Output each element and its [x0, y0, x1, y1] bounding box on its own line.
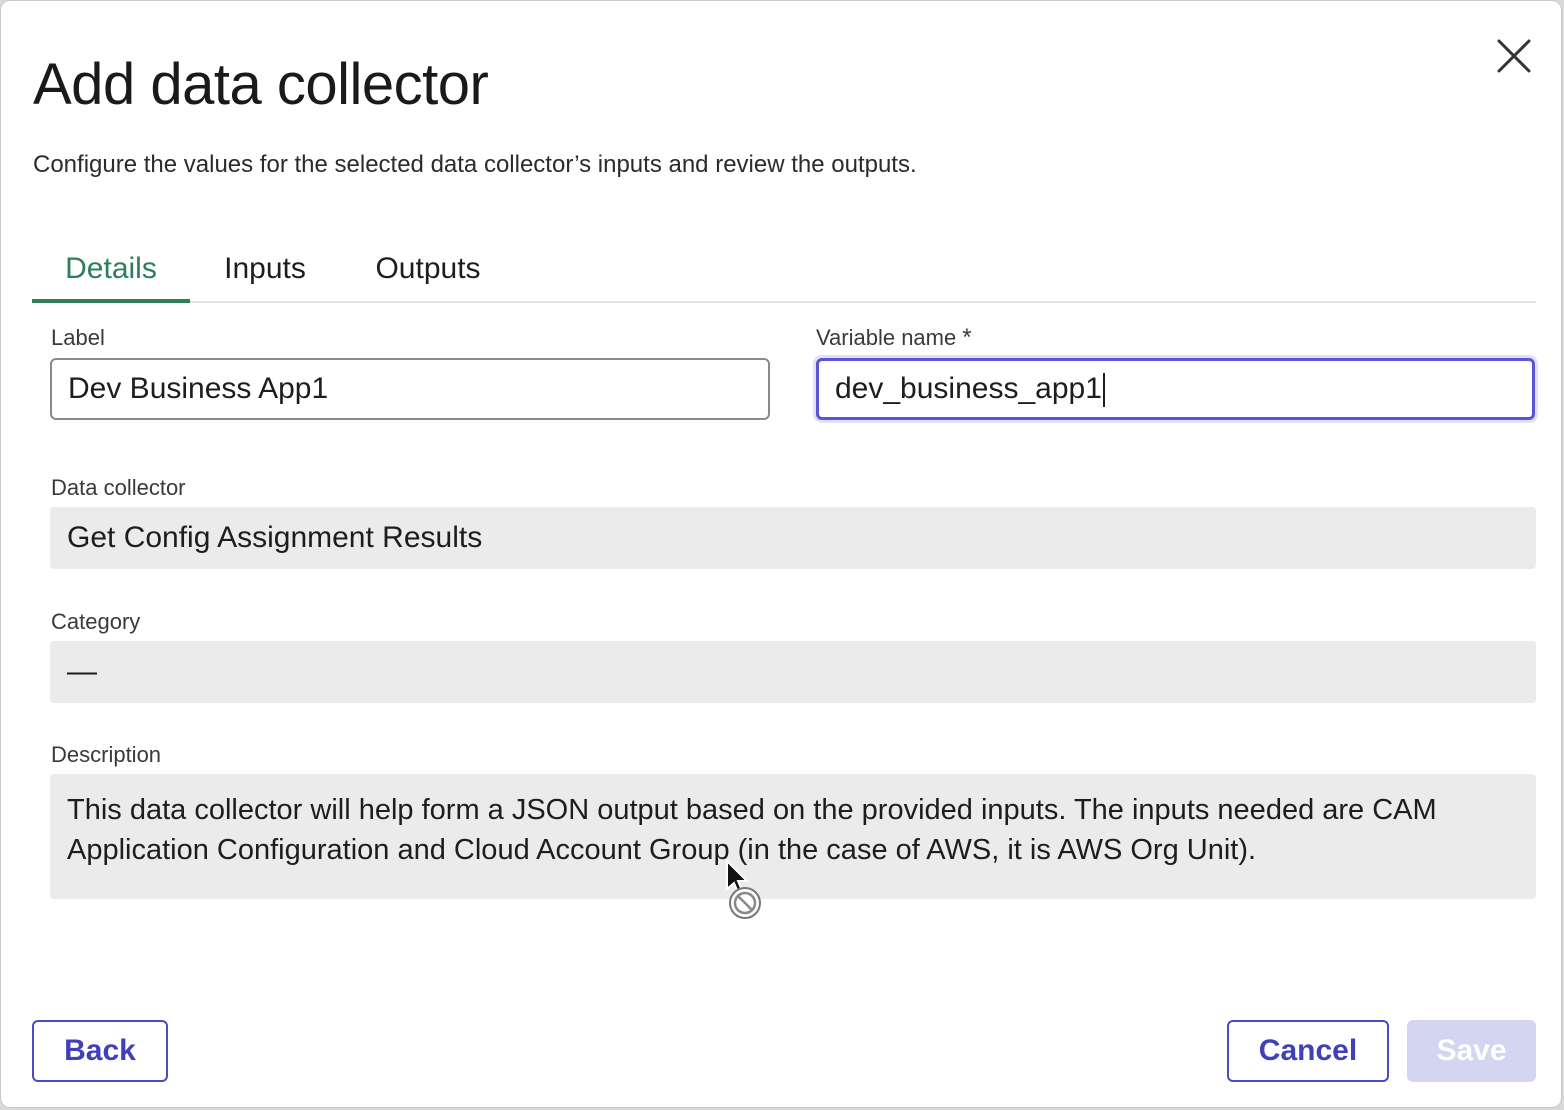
tab-bar: Details Inputs Outputs	[32, 239, 1536, 303]
label-input[interactable]: Dev Business App1	[50, 358, 770, 420]
close-icon	[1497, 39, 1531, 73]
add-data-collector-dialog: Add data collector Configure the values …	[0, 0, 1562, 1108]
dialog-title: Add data collector	[33, 52, 489, 117]
variable-name-input[interactable]: dev_business_app1	[816, 358, 1535, 420]
variable-name-value: dev_business_app1	[835, 372, 1102, 405]
dialog-subtitle: Configure the values for the selected da…	[33, 151, 917, 178]
tab-details[interactable]: Details	[32, 239, 190, 303]
variable-name-field-label: Variable name *	[816, 323, 972, 353]
back-button[interactable]: Back	[32, 1020, 168, 1082]
data-collector-field-label: Data collector	[51, 475, 186, 500]
description-value: This data collector will help form a JSO…	[50, 774, 1536, 899]
close-button[interactable]	[1491, 33, 1537, 79]
tab-outputs[interactable]: Outputs	[368, 239, 488, 301]
text-caret	[1102, 373, 1105, 408]
label-field-label: Label	[51, 325, 105, 350]
category-value: —	[50, 641, 1536, 703]
tab-inputs[interactable]: Inputs	[220, 239, 310, 301]
data-collector-value: Get Config Assignment Results	[50, 507, 1536, 569]
description-field-label: Description	[51, 742, 162, 767]
save-button[interactable]: Save	[1407, 1020, 1536, 1082]
category-field-label: Category	[51, 609, 141, 634]
cancel-button[interactable]: Cancel	[1227, 1020, 1389, 1082]
required-asterisk: *	[962, 324, 972, 351]
variable-name-label-text: Variable name	[816, 325, 957, 350]
